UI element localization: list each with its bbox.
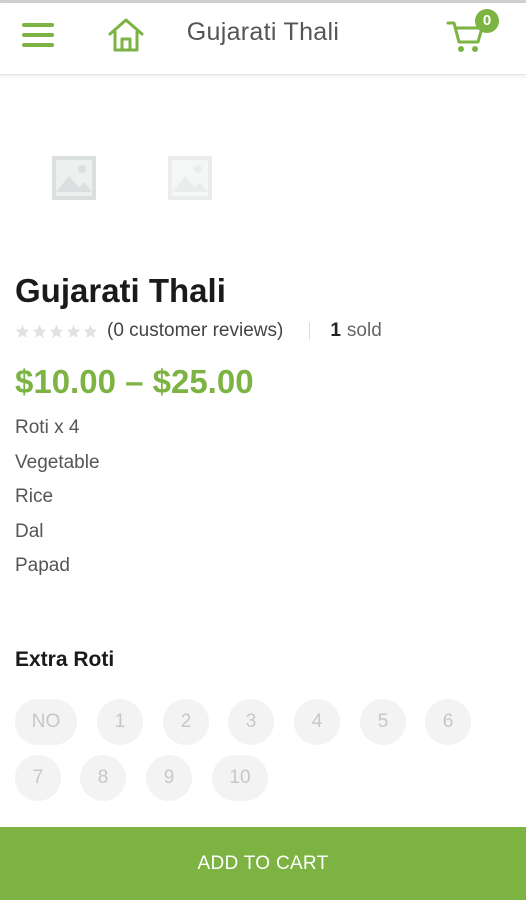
rating-row: (0 customer reviews) 1 sold — [15, 320, 382, 342]
cart-count-badge: 0 — [475, 9, 499, 33]
option-no[interactable]: NO — [15, 699, 77, 745]
option-2[interactable]: 2 — [163, 699, 209, 745]
product-title: Gujarati Thali — [15, 272, 226, 309]
divider — [309, 322, 311, 340]
option-4[interactable]: 4 — [294, 699, 340, 745]
add-to-cart-button[interactable]: ADD TO CART — [0, 827, 526, 900]
description-line: Rice — [15, 486, 54, 508]
app-header: Gujarati Thali 0 — [0, 3, 526, 75]
option-3[interactable]: 3 — [228, 699, 274, 745]
option-10[interactable]: 10 — [212, 755, 268, 801]
product-description: Roti x 4 Vegetable Rice Dal Papad — [15, 416, 100, 589]
sold-label: sold — [346, 320, 382, 341]
extra-roti-label: Extra Roti — [15, 648, 115, 671]
option-5[interactable]: 5 — [360, 699, 406, 745]
option-8[interactable]: 8 — [80, 755, 126, 801]
option-1[interactable]: 1 — [97, 699, 143, 745]
option-7[interactable]: 7 — [15, 755, 61, 801]
option-9[interactable]: 9 — [146, 755, 192, 801]
description-line: Papad — [15, 555, 70, 577]
image-placeholder-icon[interactable] — [51, 155, 97, 201]
description-line: Roti x 4 — [15, 417, 80, 438]
price-range: $10.00 – $25.00 — [15, 363, 254, 400]
star-icon — [15, 324, 30, 338]
star-rating — [15, 324, 98, 339]
customer-reviews-link[interactable]: (0 customer reviews) — [107, 320, 283, 342]
star-icon — [32, 324, 47, 338]
star-icon — [66, 324, 81, 338]
image-placeholder-icon[interactable] — [167, 155, 213, 201]
description-line: Dal — [15, 520, 44, 542]
description-line: Vegetable — [15, 451, 100, 473]
star-icon — [83, 324, 98, 338]
star-icon — [49, 324, 64, 338]
option-6[interactable]: 6 — [425, 699, 471, 745]
sold-count: 1 — [330, 320, 341, 341]
